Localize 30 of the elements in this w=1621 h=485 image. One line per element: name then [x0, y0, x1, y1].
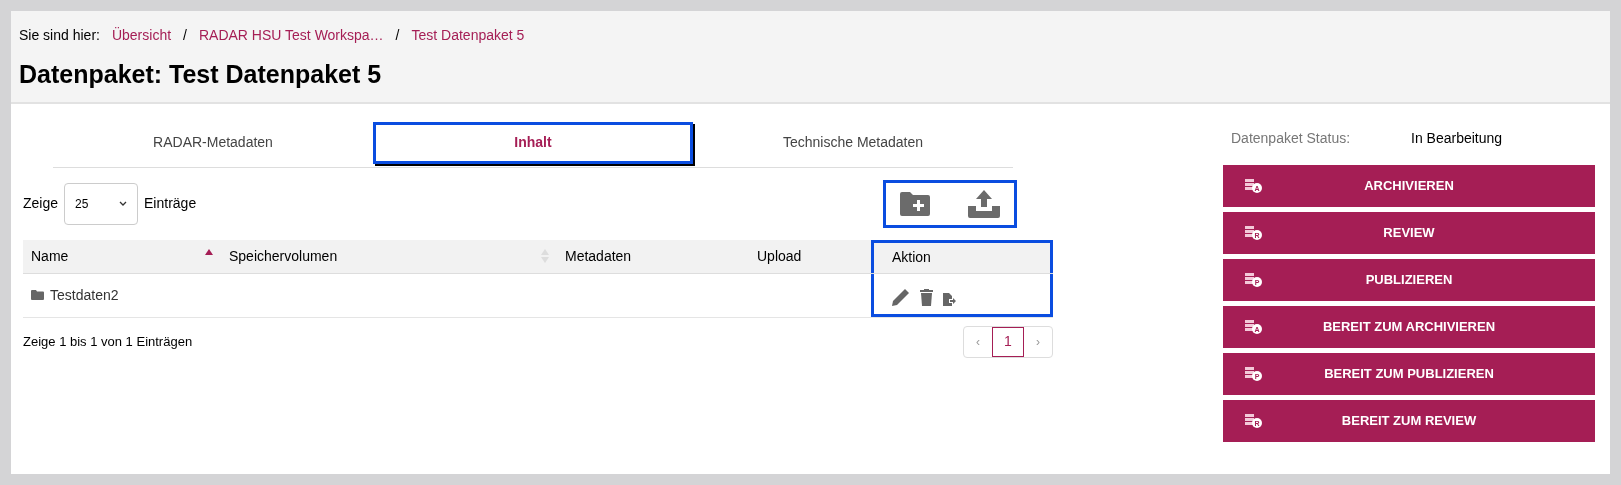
file-name[interactable]: Testdaten2	[50, 284, 119, 306]
column-header[interactable]: Upload	[757, 245, 802, 267]
breadcrumb-link[interactable]: Übersicht	[111, 25, 172, 46]
breadcrumb-link[interactable]: RADAR HSU Test Workspa…	[198, 25, 384, 46]
column-header[interactable]: Aktion	[892, 247, 931, 268]
status-value: In Bearbeitung	[1411, 128, 1503, 148]
breadcrumb-label: Sie sind hier:	[19, 26, 100, 45]
pencil-icon[interactable]	[892, 287, 910, 306]
breadcrumb-separator: /	[394, 26, 401, 45]
tab[interactable]: Inhalt	[373, 121, 693, 164]
column-header[interactable]: Metadaten	[565, 245, 632, 267]
chevron-down-icon	[119, 200, 128, 207]
tab[interactable]: RADAR-Metadaten	[53, 121, 373, 164]
tab[interactable]: Technische Metadaten	[693, 121, 1013, 164]
length-label: Einträge	[144, 194, 197, 213]
page-size-select[interactable]: 25	[64, 182, 139, 225]
column-header[interactable]: Speichervolumen	[229, 245, 338, 267]
trash-icon[interactable]	[920, 288, 933, 306]
file-export-icon[interactable]	[943, 292, 956, 306]
new-folder-icon[interactable]	[900, 191, 930, 216]
page-button[interactable]: 1	[992, 326, 1024, 357]
table-info: Zeige 1 bis 1 von 1 Einträgen	[23, 332, 193, 351]
folder-icon	[31, 290, 44, 300]
length-label: Zeige	[23, 194, 59, 213]
column-header[interactable]: Name	[31, 245, 69, 267]
page-title: Datenpaket: Test Datenpaket 5	[19, 59, 383, 90]
upload-icon[interactable]	[968, 189, 1000, 218]
breadcrumb-separator: /	[182, 26, 188, 45]
status-label: Datenpaket Status:	[1231, 128, 1352, 148]
breadcrumb-link[interactable]: Test Datenpaket 5	[411, 25, 525, 46]
